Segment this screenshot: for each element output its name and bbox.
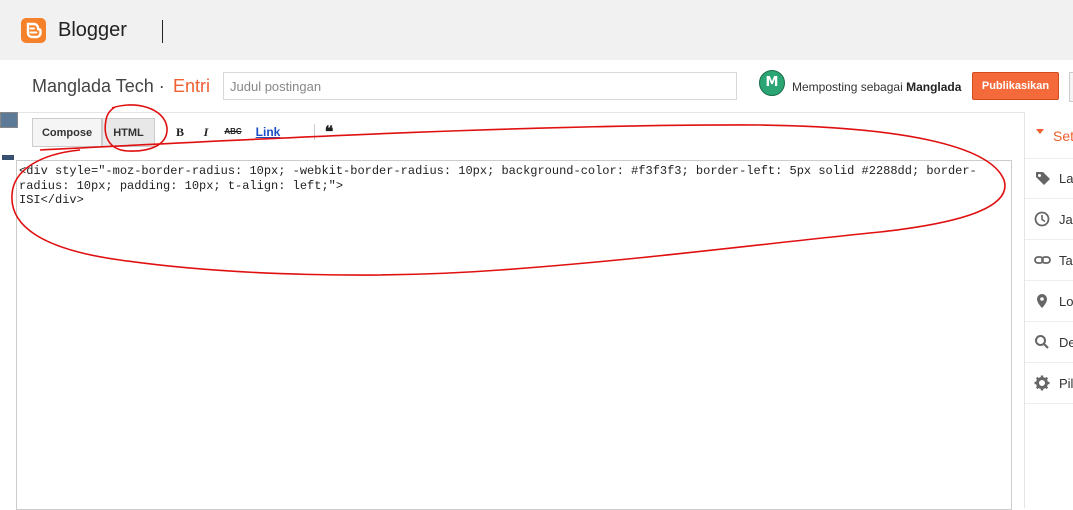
gear-icon bbox=[1034, 375, 1050, 391]
caret-down-icon bbox=[1036, 129, 1044, 134]
label-icon bbox=[1036, 172, 1050, 185]
sidebar-item-labels[interactable]: La bbox=[1025, 158, 1073, 199]
sidebar-item-label: La bbox=[1059, 171, 1073, 186]
link-icon bbox=[1034, 256, 1051, 264]
sidebar-item-location[interactable]: Lo bbox=[1025, 281, 1073, 322]
publish-button[interactable]: Publikasikan bbox=[972, 72, 1059, 100]
save-button[interactable] bbox=[1069, 72, 1073, 102]
location-icon bbox=[1037, 294, 1047, 308]
sidebar-item-label: Ta bbox=[1059, 253, 1073, 268]
settings-header-label: Set bbox=[1053, 128, 1073, 144]
post-settings-sidebar: Set La Ja Ta Lo De bbox=[1024, 112, 1073, 508]
editor-toolbar: Compose HTML B I ABC Link ❝ bbox=[0, 112, 1024, 162]
post-title-input[interactable] bbox=[223, 72, 737, 100]
insert-image-icon[interactable] bbox=[0, 112, 18, 128]
top-bar: Blogger bbox=[0, 0, 1073, 60]
posting-as-user: Manglada bbox=[906, 80, 962, 94]
tab-compose[interactable]: Compose bbox=[32, 118, 102, 147]
sidebar-item-label: Lo bbox=[1059, 294, 1073, 309]
quote-button[interactable]: ❝ bbox=[321, 122, 337, 142]
sidebar-item-label: Pil bbox=[1059, 376, 1073, 391]
search-icon bbox=[1035, 335, 1049, 349]
sidebar-item-options[interactable]: Pil bbox=[1025, 363, 1073, 404]
blog-name[interactable]: Manglada Tech · bbox=[32, 76, 165, 97]
topbar-divider bbox=[162, 20, 163, 43]
avatar[interactable]: M bbox=[759, 70, 785, 96]
clock-icon bbox=[1034, 211, 1050, 227]
posting-as-text: Memposting sebagai Manglada bbox=[792, 80, 961, 94]
sidebar-item-schedule[interactable]: Ja bbox=[1025, 199, 1073, 240]
italic-button[interactable]: I bbox=[200, 122, 212, 142]
toolbar-divider bbox=[314, 124, 315, 140]
sidebar-item-label: Ja bbox=[1059, 212, 1073, 227]
settings-header[interactable]: Set bbox=[1025, 112, 1073, 159]
tab-html[interactable]: HTML bbox=[102, 118, 155, 147]
header-separator: · bbox=[158, 76, 165, 96]
sidebar-item-search-description[interactable]: De bbox=[1025, 322, 1073, 363]
section-label: Entri bbox=[173, 76, 211, 96]
sidebar-item-label: De bbox=[1059, 335, 1073, 350]
bold-button[interactable]: B bbox=[173, 122, 187, 142]
html-editor-textarea[interactable]: <div style="-moz-border-radius: 10px; -w… bbox=[16, 160, 1012, 510]
app-name[interactable]: Blogger bbox=[58, 19, 127, 42]
post-header: Manglada Tech · Entri M Memposting sebag… bbox=[0, 60, 1073, 113]
link-button[interactable]: Link bbox=[255, 122, 281, 142]
posting-as-prefix: Memposting sebagai bbox=[792, 80, 903, 94]
strikethrough-button[interactable]: ABC bbox=[223, 122, 243, 142]
blogger-logo-icon[interactable] bbox=[21, 18, 46, 43]
sidebar-item-permalink[interactable]: Ta bbox=[1025, 240, 1073, 281]
blog-name-text: Manglada Tech bbox=[32, 76, 154, 96]
